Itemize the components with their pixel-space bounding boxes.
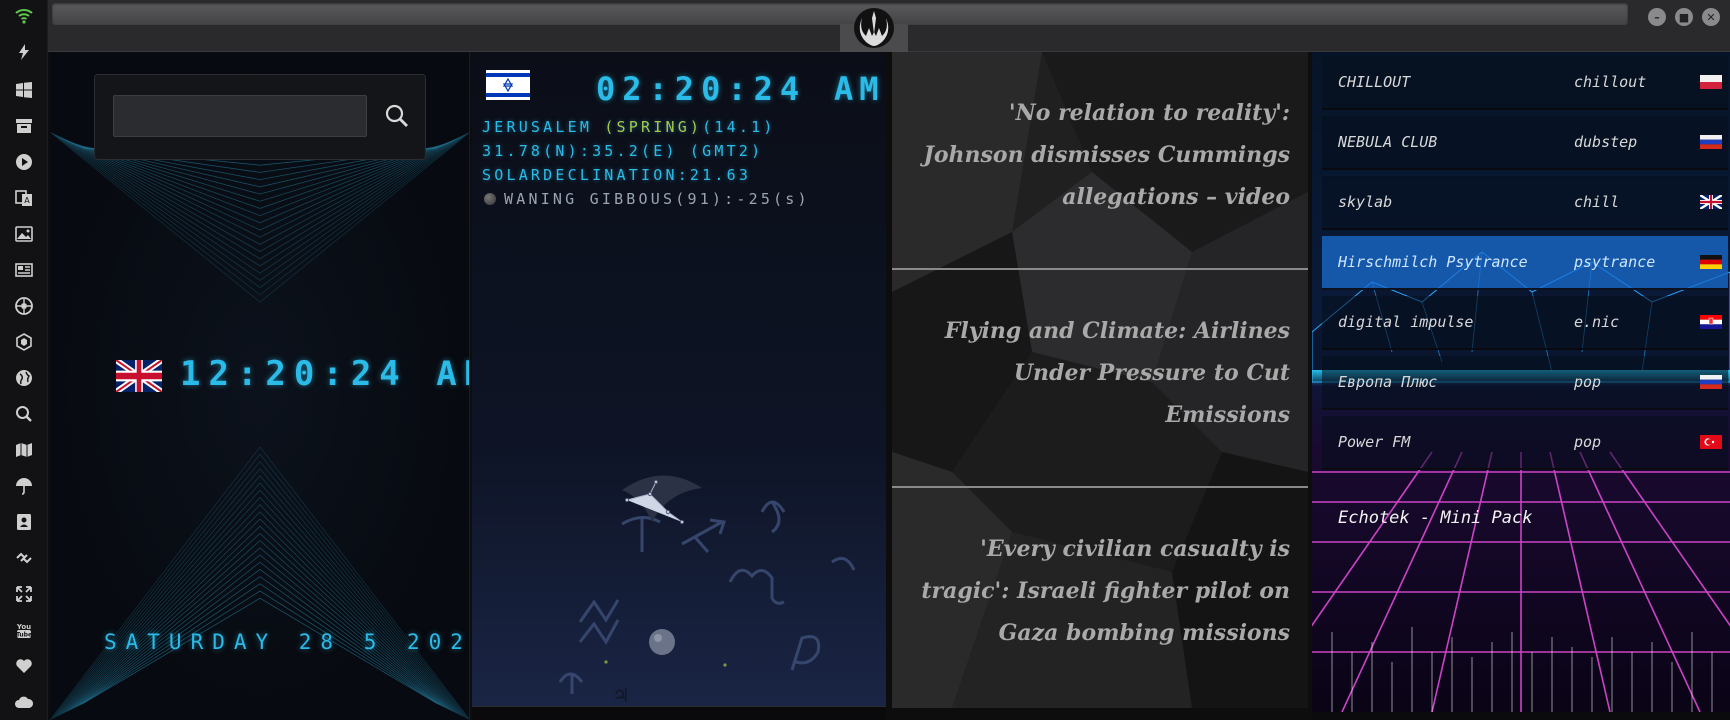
svg-text:Tube: Tube (16, 632, 32, 639)
world-ampm: AM (834, 70, 885, 108)
world-panel-footer (472, 706, 886, 720)
radio-station-row[interactable]: CHILLOUT chillout (1322, 56, 1728, 110)
world-moon-line: WANING GIBBOUS(91):-25(s) (484, 190, 810, 208)
news-item[interactable]: 'Every civilian casualty is tragic': Isr… (904, 528, 1290, 654)
address-bar[interactable] (52, 3, 1628, 25)
uk-flag-icon (1700, 195, 1722, 209)
bolt-icon[interactable] (12, 40, 36, 64)
radio-station-row[interactable]: skylab chill (1322, 176, 1728, 230)
radio-station-name: Power FM (1338, 433, 1411, 451)
radio-station-genre: e.nic (1574, 313, 1620, 331)
aperture-icon[interactable] (12, 294, 36, 318)
radio-station-name: Hirschmilch Psytrance (1338, 253, 1528, 271)
croatia-flag-icon (1700, 315, 1722, 329)
globe-icon[interactable] (12, 366, 36, 390)
umbrella-icon[interactable] (12, 474, 36, 498)
radio-panel-footer (1312, 712, 1730, 720)
poland-flag-icon (1700, 75, 1722, 89)
pack-title[interactable]: Echotek - Mini Pack (1338, 508, 1532, 528)
search-icon[interactable] (12, 402, 36, 426)
turkey-flag-icon (1700, 435, 1722, 449)
world-season: (SPRING) (604, 118, 703, 136)
clock-panel: 12:20:24 AM SATURDAY 28 5 2021 (50, 52, 470, 720)
wifi-icon[interactable] (12, 4, 36, 28)
zodiac-decoration: ♃ (558, 475, 856, 707)
news-item[interactable]: 'No relation to reality': Johnson dismis… (904, 92, 1290, 218)
radio-station-row[interactable]: Power FM pop (1322, 416, 1728, 470)
russia-flag-icon (1700, 135, 1722, 149)
windows-icon[interactable] (12, 78, 36, 102)
world-daylight: (14.1) (702, 118, 776, 136)
sidebar: A You Tube (0, 0, 48, 720)
radio-station-row[interactable]: Европа Плюс pop (1322, 356, 1728, 410)
world-time: 02:20:24 (596, 70, 807, 108)
world-moon: WANING GIBBOUS(91):-25(s) (504, 190, 810, 208)
image-icon[interactable] (12, 222, 36, 246)
world-coords: 31.78(N):35.2(E) (GMT2) (482, 142, 764, 160)
svg-text:You: You (16, 623, 31, 631)
rebel-alliance-logo-icon[interactable] (852, 6, 896, 50)
play-icon[interactable] (12, 150, 36, 174)
news-panel: 'No relation to reality': Johnson dismis… (892, 52, 1308, 708)
search-button[interactable] (379, 97, 415, 135)
archive-icon[interactable] (12, 114, 36, 138)
svg-text:♃: ♃ (612, 683, 630, 707)
cloud-icon[interactable] (12, 690, 36, 714)
radio-station-genre: chillout (1574, 73, 1647, 91)
radio-station-genre: chill (1574, 193, 1620, 211)
contacts-icon[interactable] (12, 510, 36, 534)
world-city-line: JERUSALEM (SPRING)(14.1) (482, 118, 776, 136)
russia-flag-icon (1700, 375, 1722, 389)
hexagon-icon[interactable] (12, 330, 36, 354)
radio-station-row[interactable]: NEBULA CLUB dubstep (1322, 116, 1728, 170)
radio-station-row[interactable]: digital impulse e.nic (1322, 296, 1728, 350)
uk-flag-icon (116, 360, 162, 392)
world-city: JERUSALEM (482, 118, 605, 136)
local-time: 12:20:24 AM (180, 354, 470, 394)
radio-station-row[interactable]: Hirschmilch Psytrance psytrance (1322, 236, 1728, 290)
heart-icon[interactable] (12, 654, 36, 678)
youtube-icon[interactable]: You Tube (12, 618, 36, 642)
local-date: SATURDAY 28 5 2021 (104, 630, 470, 654)
news-divider (892, 268, 1308, 270)
link-icon[interactable] (12, 546, 36, 570)
radio-station-genre: dubstep (1574, 133, 1638, 151)
search-icon (385, 104, 408, 127)
search-box (94, 74, 426, 160)
radio-station-name: digital impulse (1338, 313, 1474, 331)
maximize-button[interactable]: ■ (1675, 8, 1693, 26)
radio-station-genre: psytrance (1574, 253, 1656, 271)
radio-station-name: skylab (1338, 193, 1393, 211)
radio-panel: CHILLOUT chillout NEBULA CLUB dubstep skylab… (1312, 52, 1730, 712)
germany-flag-icon (1700, 255, 1722, 269)
world-solar: SOLARDECLINATION:21.63 (482, 166, 752, 184)
radio-station-name: CHILLOUT (1338, 73, 1411, 91)
svg-text:A: A (24, 196, 30, 205)
minimize-button[interactable]: – (1648, 8, 1666, 26)
world-time-panel: 02:20:24 AM JERUSALEM (SPRING)(14.1) 31.… (472, 52, 886, 708)
radio-station-genre: pop (1574, 373, 1602, 391)
news-divider (892, 486, 1308, 488)
search-input[interactable] (113, 95, 367, 137)
news-icon[interactable] (12, 258, 36, 282)
moon-phase-icon (484, 193, 496, 205)
expand-icon[interactable] (12, 582, 36, 606)
radio-station-name: Европа Плюс (1338, 373, 1438, 391)
news-item[interactable]: Flying and Climate: Airlines Under Press… (904, 310, 1290, 436)
radio-station-name: NEBULA CLUB (1338, 133, 1438, 151)
radio-station-genre: pop (1574, 433, 1602, 451)
israel-flag-icon (486, 70, 530, 100)
translate-icon[interactable]: A (12, 186, 36, 210)
close-button[interactable]: ✕ (1702, 8, 1720, 26)
map-icon[interactable] (12, 438, 36, 462)
